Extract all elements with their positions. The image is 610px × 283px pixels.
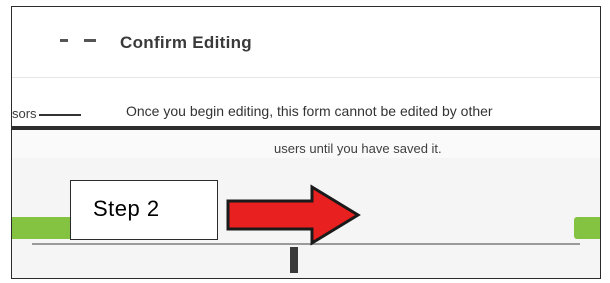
message-fragment: sors [12, 106, 81, 121]
dialog-title: Confirm Editing [120, 33, 252, 52]
dialog-message-continued: users until you have saved it. [274, 141, 442, 156]
drag-handle-icon [60, 39, 96, 43]
cancel-button[interactable] [12, 217, 76, 239]
divider [12, 126, 600, 130]
screenshot-frame: Confirm Editing sors Once you begin edit… [11, 6, 601, 279]
right-arrow-icon [226, 184, 361, 246]
dialog-header: Confirm Editing [12, 7, 600, 78]
confirm-button[interactable] [574, 217, 600, 239]
dialog-message: Once you begin editing, this form cannot… [126, 103, 493, 119]
step-label: Step 2 [93, 196, 160, 221]
step-callout: Step 2 [70, 180, 218, 240]
footer-marker [290, 247, 298, 273]
